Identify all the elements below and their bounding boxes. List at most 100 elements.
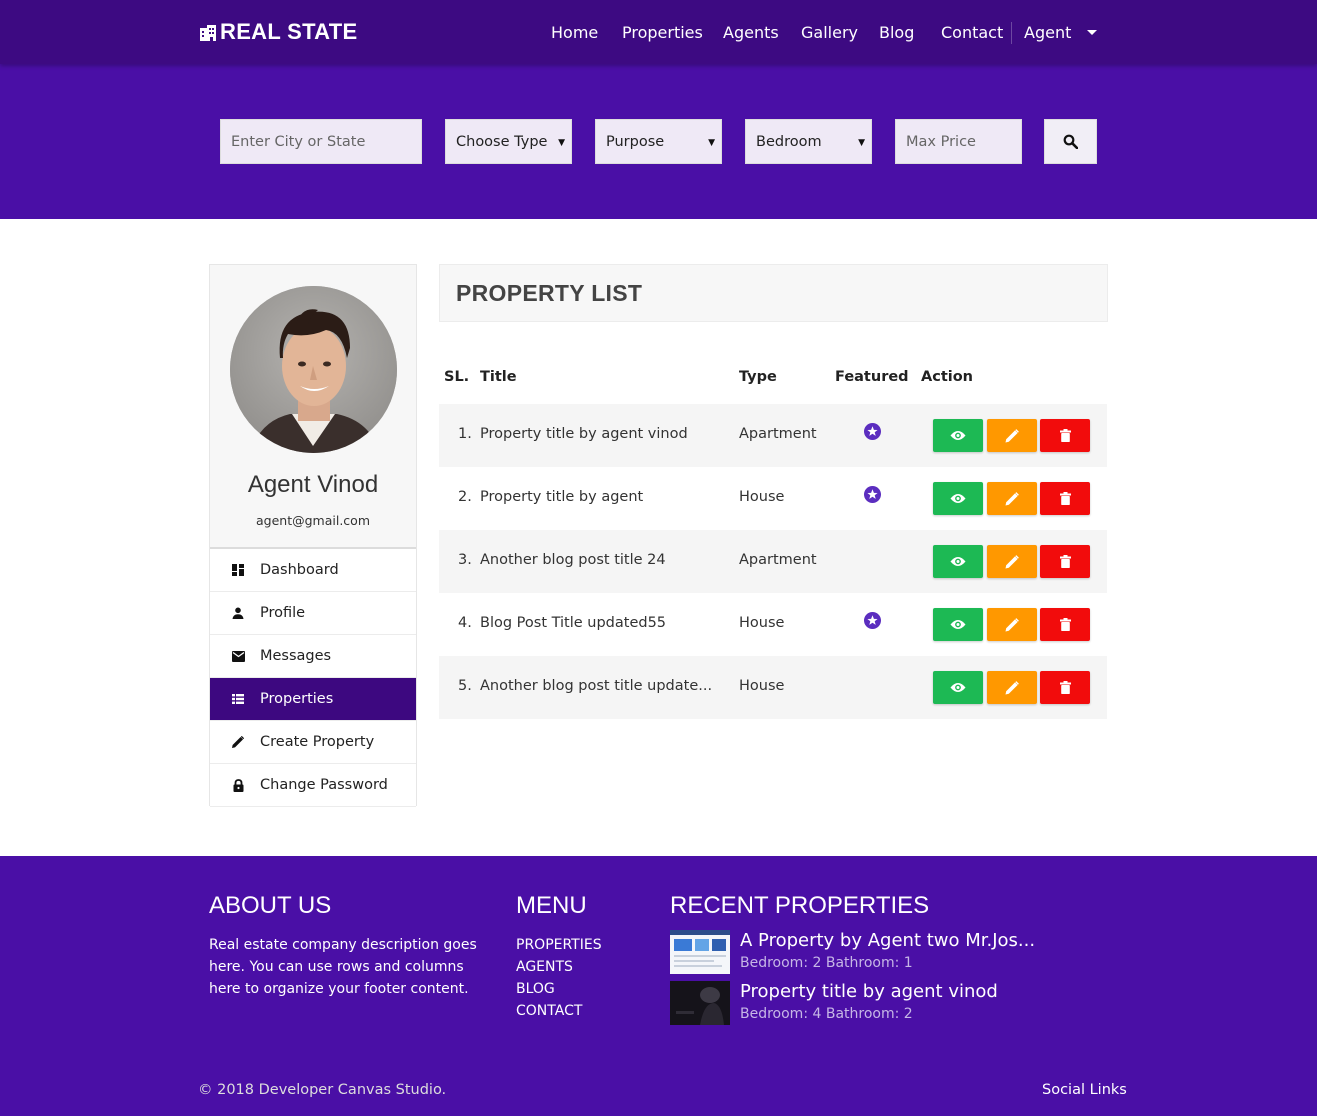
bedroom-select-value: Bedroom xyxy=(756,133,822,150)
pencil-icon xyxy=(1005,428,1019,443)
footer-recent-title: RECENT PROPERTIES xyxy=(670,892,930,919)
sidebar-item-properties[interactable]: Properties xyxy=(210,678,416,721)
property-thumbnail[interactable] xyxy=(670,930,730,974)
brand-logo[interactable]: REAL STATE xyxy=(199,19,357,45)
view-button[interactable] xyxy=(933,419,983,452)
sidebar-item-messages[interactable]: Messages xyxy=(210,635,416,678)
edit-button[interactable] xyxy=(987,671,1037,704)
eye-icon xyxy=(950,556,966,567)
footer-link-properties[interactable]: PROPERTIES xyxy=(516,934,602,956)
delete-button[interactable] xyxy=(1040,671,1090,704)
row-type: Apartment xyxy=(739,552,817,568)
max-price-input[interactable]: Max Price xyxy=(895,119,1022,164)
row-type: House xyxy=(739,615,785,631)
delete-button[interactable] xyxy=(1040,608,1090,641)
trash-icon xyxy=(1059,681,1071,694)
dashboard-icon xyxy=(231,563,245,577)
recent-property-item[interactable]: A Property by Agent two Mr.Jos... Bedroo… xyxy=(670,930,1050,976)
city-search-input[interactable]: Enter City or State xyxy=(220,119,422,164)
person-icon xyxy=(231,606,245,620)
delete-button[interactable] xyxy=(1040,419,1090,452)
sidebar-item-label: Profile xyxy=(260,605,306,621)
nav-gallery[interactable]: Gallery xyxy=(801,23,858,42)
footer-about-title: ABOUT US xyxy=(209,892,332,919)
row-sl: 2. xyxy=(458,489,472,505)
row-title: Blog Post Title updated55 xyxy=(480,615,667,631)
list-icon xyxy=(231,692,245,706)
sidebar-item-dashboard[interactable]: Dashboard xyxy=(210,549,416,592)
trash-icon xyxy=(1059,555,1071,568)
footer-link-blog[interactable]: BLOG xyxy=(516,978,602,1000)
type-select-value: Choose Type xyxy=(456,133,548,150)
trash-icon xyxy=(1059,492,1071,505)
pencil-icon xyxy=(1005,680,1019,695)
lock-icon xyxy=(231,778,245,792)
column-header-title: Title xyxy=(480,369,517,385)
edit-button[interactable] xyxy=(987,545,1037,578)
nav-account-agent[interactable]: Agent xyxy=(1024,23,1071,42)
table-row: 3. Another blog post title 24 Apartment xyxy=(439,530,1107,593)
recent-property-title[interactable]: Property title by agent vinod xyxy=(740,981,998,1002)
delete-button[interactable] xyxy=(1040,482,1090,515)
agent-name: Agent Vinod xyxy=(247,471,379,498)
footer-link-agents[interactable]: AGENTS xyxy=(516,956,602,978)
pencil-icon xyxy=(1005,617,1019,632)
featured-star-icon xyxy=(864,486,881,507)
nav-blog[interactable]: Blog xyxy=(879,23,914,42)
sidebar-item-change-password[interactable]: Change Password xyxy=(210,764,416,807)
eye-icon xyxy=(950,430,966,441)
select-arrow-icon: ▼ xyxy=(858,138,865,148)
view-button[interactable] xyxy=(933,671,983,704)
footer-about-text: Real estate company description goes her… xyxy=(209,937,477,997)
property-list-header: PROPERTY LIST xyxy=(439,264,1108,322)
delete-button[interactable] xyxy=(1040,545,1090,578)
avatar xyxy=(230,286,397,453)
row-title: Property title by agent vinod xyxy=(480,426,688,442)
recent-property-title[interactable]: A Property by Agent two Mr.Jos... xyxy=(740,930,1035,951)
row-sl: 4. xyxy=(458,615,472,631)
view-button[interactable] xyxy=(933,545,983,578)
agent-menu: Dashboard Profile Messages Properties Cr… xyxy=(210,547,416,807)
row-type: Apartment xyxy=(739,426,817,442)
nav-contact[interactable]: Contact xyxy=(941,23,1003,42)
recent-property-meta: Bedroom: 4 Bathroom: 2 xyxy=(740,1006,913,1022)
row-title: Another blog post title 24 xyxy=(480,552,666,568)
agent-sidebar: Agent Vinod agent@gmail.com Dashboard Pr… xyxy=(209,264,417,807)
edit-button[interactable] xyxy=(987,608,1037,641)
table-row: 1. Property title by agent vinod Apartment xyxy=(439,404,1107,467)
sidebar-item-profile[interactable]: Profile xyxy=(210,592,416,635)
trash-icon xyxy=(1059,618,1071,631)
view-button[interactable] xyxy=(933,482,983,515)
edit-button[interactable] xyxy=(987,482,1037,515)
search-button[interactable] xyxy=(1044,119,1097,164)
sidebar-item-label: Properties xyxy=(260,691,334,707)
type-select[interactable]: Choose Type ▼ xyxy=(445,119,572,164)
nav-agents[interactable]: Agents xyxy=(723,23,779,42)
purpose-select-value: Purpose xyxy=(606,133,665,150)
select-arrow-icon: ▼ xyxy=(708,138,715,148)
column-header-type: Type xyxy=(739,369,777,385)
row-sl: 1. xyxy=(458,426,472,442)
nav-home[interactable]: Home xyxy=(551,23,598,42)
footer-link-contact[interactable]: CONTACT xyxy=(516,1000,602,1022)
site-footer: ABOUT US Real estate company description… xyxy=(0,856,1317,1116)
featured-star-icon xyxy=(864,612,881,633)
footer-menu: PROPERTIES AGENTS BLOG CONTACT xyxy=(516,934,602,1022)
select-arrow-icon: ▼ xyxy=(558,138,565,148)
property-thumbnail[interactable] xyxy=(670,981,730,1025)
row-sl: 3. xyxy=(458,552,472,568)
agent-email: agent@gmail.com xyxy=(256,513,370,528)
edit-button[interactable] xyxy=(987,419,1037,452)
sidebar-item-create-property[interactable]: Create Property xyxy=(210,721,416,764)
purpose-select[interactable]: Purpose ▼ xyxy=(595,119,722,164)
social-links[interactable]: Social Links xyxy=(1042,1082,1127,1098)
eye-icon xyxy=(950,682,966,693)
row-type: House xyxy=(739,678,785,694)
mail-icon xyxy=(231,649,245,663)
bedroom-select[interactable]: Bedroom ▼ xyxy=(745,119,872,164)
view-button[interactable] xyxy=(933,608,983,641)
recent-property-item[interactable]: Property title by agent vinod Bedroom: 4… xyxy=(670,981,1050,1027)
table-row: 2. Property title by agent House xyxy=(439,467,1107,530)
nav-properties[interactable]: Properties xyxy=(622,23,703,42)
caret-down-icon[interactable] xyxy=(1087,30,1097,35)
